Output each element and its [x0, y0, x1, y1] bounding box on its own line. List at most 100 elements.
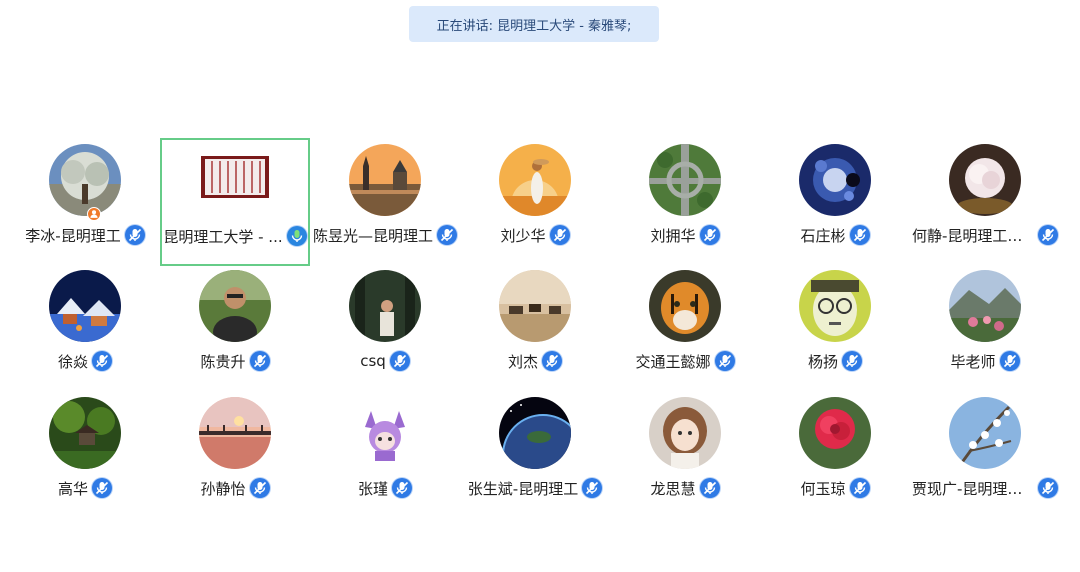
- participant-tile[interactable]: 李冰-昆明理工: [10, 138, 160, 266]
- avatar: [199, 156, 271, 198]
- avatar: [499, 144, 571, 216]
- participant-name-row: 高华: [0, 477, 170, 499]
- participant-name-row: 孙静怡: [150, 477, 320, 499]
- avatar: [349, 144, 421, 216]
- avatar: [949, 270, 1021, 342]
- participant-name-row: 杨扬: [750, 350, 920, 372]
- mic-muted-icon[interactable]: [999, 351, 1020, 371]
- avatar: [349, 270, 421, 342]
- avatar: [649, 144, 721, 216]
- participant-name-row: 李冰-昆明理工: [0, 224, 170, 246]
- mic-muted-icon[interactable]: [699, 225, 720, 245]
- mic-muted-icon[interactable]: [542, 351, 562, 371]
- participant-name-row: 张生斌-昆明理工: [450, 477, 620, 499]
- participant-tile[interactable]: 陈贵升: [160, 264, 310, 392]
- avatar: [649, 270, 721, 342]
- participant-tile[interactable]: 徐焱: [10, 264, 160, 392]
- participant-tile[interactable]: 龙思慧: [610, 391, 760, 519]
- mic-muted-icon[interactable]: [124, 225, 145, 245]
- avatar: [949, 144, 1021, 216]
- avatar: [49, 144, 121, 216]
- mic-muted-icon[interactable]: [714, 351, 735, 371]
- participant-name: 杨扬: [807, 352, 838, 371]
- mic-muted-icon[interactable]: [389, 351, 410, 371]
- participant-tile[interactable]: 孙静怡: [160, 391, 310, 519]
- participant-name: 石庄彬: [800, 226, 846, 245]
- participant-name-row: 刘拥华: [600, 224, 770, 246]
- participant-name: 张瑾: [357, 479, 388, 498]
- participant-name: 陈昱光—昆明理工: [312, 226, 433, 245]
- participant-tile[interactable]: 昆明理工大学 - ...: [160, 138, 310, 266]
- participant-name-row: 何静-昆明理工大...: [900, 224, 1070, 246]
- participant-name-row: 张瑾: [300, 477, 470, 499]
- participant-name: csq: [360, 352, 386, 370]
- mic-muted-icon[interactable]: [699, 478, 720, 498]
- mic-muted-icon[interactable]: [249, 351, 270, 371]
- avatar: [349, 397, 421, 469]
- participant-name-row: 陈贵升: [150, 350, 320, 372]
- mic-muted-icon[interactable]: [392, 478, 412, 498]
- participant-tile[interactable]: 交通王懿娜: [610, 264, 760, 392]
- participant-tile[interactable]: 刘少华: [460, 138, 610, 266]
- mic-muted-icon[interactable]: [549, 225, 570, 245]
- avatar: [49, 397, 121, 469]
- participant-tile[interactable]: 陈昱光—昆明理工: [310, 138, 460, 266]
- avatar: [949, 397, 1021, 469]
- avatar: [199, 397, 271, 469]
- participant-name: 刘杰: [507, 352, 538, 371]
- participant-name-row: 何玉琼: [750, 477, 920, 499]
- host-icon: [87, 207, 101, 221]
- avatar: [199, 270, 271, 342]
- avatar: [799, 270, 871, 342]
- participant-name-row: 刘杰: [450, 350, 620, 372]
- mic-muted-icon[interactable]: [1038, 225, 1058, 245]
- participant-name: 张生斌-昆明理工: [467, 479, 579, 498]
- participant-name: 徐焱: [57, 352, 88, 371]
- participant-name: 李冰-昆明理工: [25, 226, 121, 245]
- participant-name: 何静-昆明理工大...: [912, 226, 1034, 245]
- participant-name-row: 陈昱光—昆明理工: [300, 224, 470, 246]
- participant-name-row: 交通王懿娜: [600, 350, 770, 372]
- avatar: [799, 144, 871, 216]
- participant-grid: 李冰-昆明理工 昆明理工大学 - ... 陈昱光—昆明理工 刘少华 刘拥华 石庄彬 何静-昆…: [0, 0, 1080, 572]
- participant-name-row: 徐焱: [0, 350, 170, 372]
- participant-name-row: 昆明理工大学 - ...: [162, 225, 308, 247]
- mic-muted-icon[interactable]: [849, 225, 870, 245]
- participant-tile[interactable]: 杨扬: [760, 264, 910, 392]
- avatar: [799, 397, 871, 469]
- participant-tile[interactable]: 毕老师: [910, 264, 1060, 392]
- participant-tile[interactable]: 石庄彬: [760, 138, 910, 266]
- participant-name: 刘少华: [500, 226, 546, 245]
- participant-name-row: 刘少华: [450, 224, 620, 246]
- participant-tile[interactable]: 刘拥华: [610, 138, 760, 266]
- participant-name: 交通王懿娜: [635, 352, 711, 371]
- participant-name-row: 石庄彬: [750, 224, 920, 246]
- avatar: [49, 270, 121, 342]
- participant-name-row: csq: [300, 350, 470, 372]
- avatar: [499, 397, 571, 469]
- participant-tile[interactable]: 张生斌-昆明理工: [460, 391, 610, 519]
- participant-tile[interactable]: 刘杰: [460, 264, 610, 392]
- mic-muted-icon[interactable]: [842, 351, 862, 371]
- participant-name: 孙静怡: [200, 479, 246, 498]
- participant-tile[interactable]: 何玉琼: [760, 391, 910, 519]
- mic-muted-icon[interactable]: [849, 478, 870, 498]
- participant-tile[interactable]: csq: [310, 264, 460, 392]
- participant-name: 陈贵升: [200, 352, 246, 371]
- mic-muted-icon[interactable]: [92, 478, 112, 498]
- participant-tile[interactable]: 何静-昆明理工大...: [910, 138, 1060, 266]
- participant-name: 毕老师: [950, 352, 996, 371]
- participant-tile[interactable]: 张瑾: [310, 391, 460, 519]
- avatar: [499, 270, 571, 342]
- mic-muted-icon[interactable]: [1038, 478, 1058, 498]
- participant-name-row: 毕老师: [900, 350, 1070, 372]
- participant-tile[interactable]: 高华: [10, 391, 160, 519]
- participant-tile[interactable]: 贾现广-昆明理工...: [910, 391, 1060, 519]
- participant-name: 何玉琼: [800, 479, 846, 498]
- mic-muted-icon[interactable]: [92, 351, 112, 371]
- participant-name-row: 龙思慧: [600, 477, 770, 499]
- participant-name: 刘拥华: [650, 226, 696, 245]
- mic-muted-icon[interactable]: [249, 478, 270, 498]
- participant-name-row: 贾现广-昆明理工...: [900, 477, 1070, 499]
- participant-name: 贾现广-昆明理工...: [912, 479, 1034, 498]
